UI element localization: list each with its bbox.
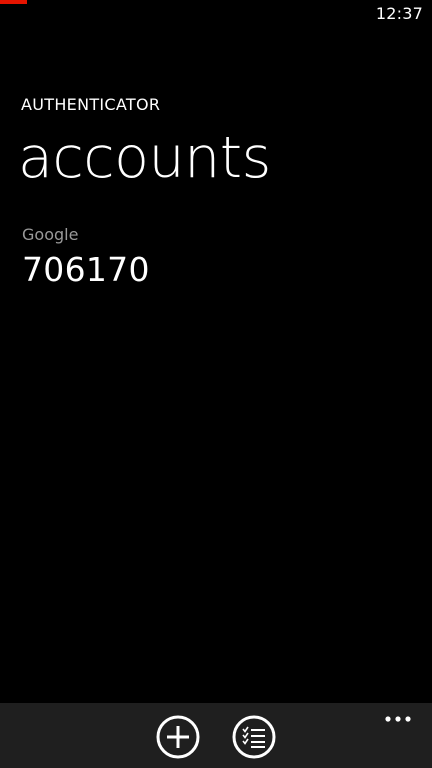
ellipsis-icon	[385, 716, 411, 722]
select-list-icon	[232, 715, 276, 759]
add-account-button[interactable]	[156, 715, 200, 759]
add-icon	[156, 715, 200, 759]
account-list: Google 706170	[22, 225, 412, 292]
status-clock: 12:37	[375, 4, 423, 23]
select-accounts-button[interactable]	[232, 715, 276, 759]
account-item-google[interactable]: Google 706170	[22, 225, 412, 292]
account-name: Google	[22, 225, 79, 244]
page-title: accounts	[18, 125, 271, 191]
signal-indicator	[0, 0, 27, 4]
status-bar: 12:37	[0, 0, 432, 32]
account-code: 706170	[22, 250, 150, 289]
app-bar	[0, 703, 432, 768]
app-title: AUTHENTICATOR	[21, 95, 161, 114]
more-options-button[interactable]	[383, 711, 413, 725]
